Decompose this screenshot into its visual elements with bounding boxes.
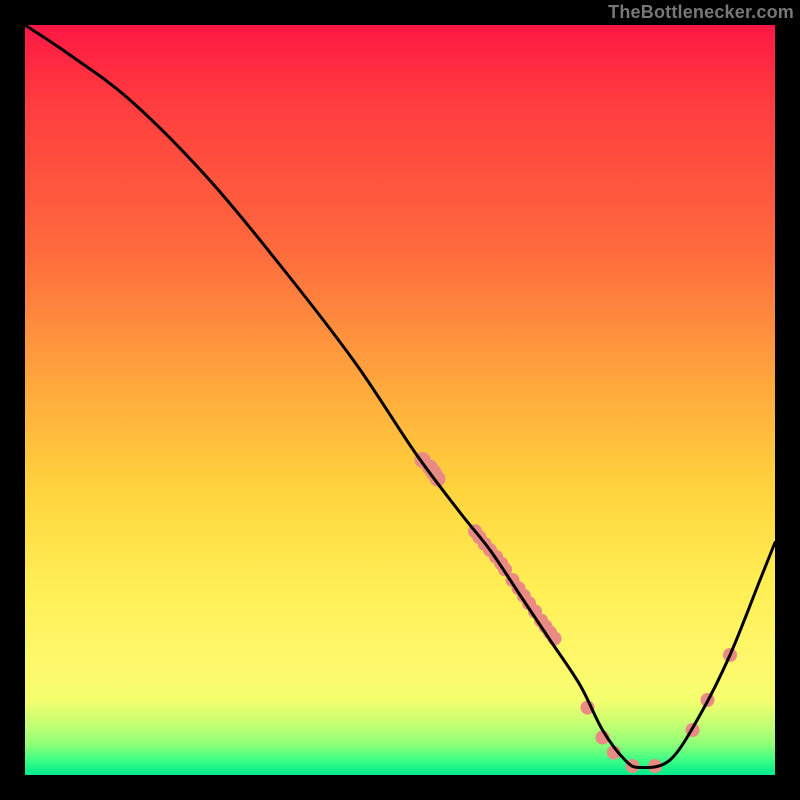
attribution-label: TheBottlenecker.com xyxy=(608,2,794,23)
figure-root: TheBottlenecker.com xyxy=(0,0,800,800)
bottleneck-curve xyxy=(25,25,775,768)
plot-area xyxy=(25,25,775,775)
chart-overlay-svg xyxy=(25,25,775,775)
scatter-dots-group xyxy=(415,452,738,773)
